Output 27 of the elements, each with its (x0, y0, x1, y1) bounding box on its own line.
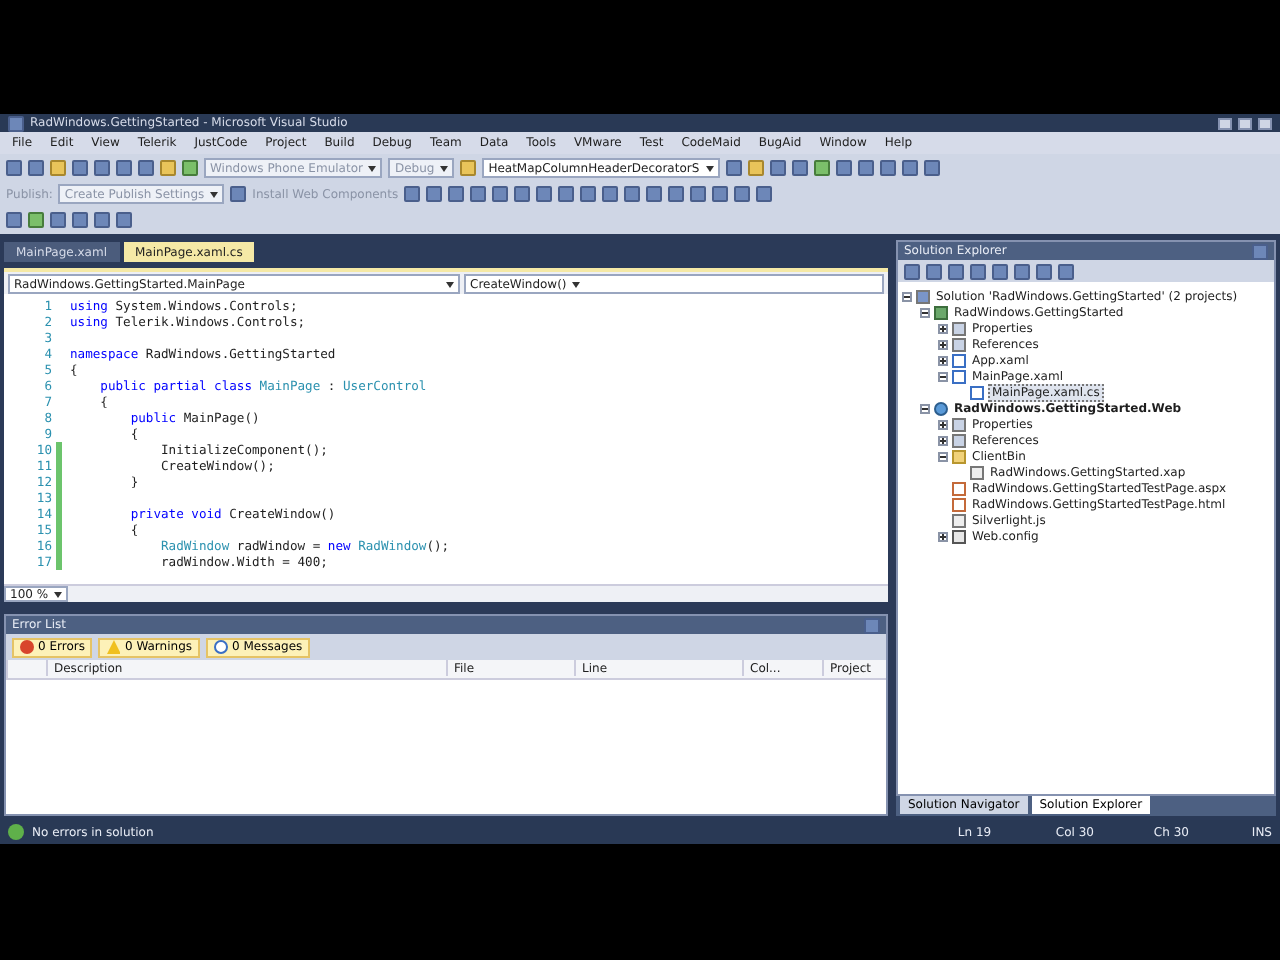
expand-icon[interactable] (938, 531, 948, 541)
info-icon (214, 640, 229, 654)
web-project-icon (934, 401, 948, 415)
folder-icon (952, 449, 966, 463)
collapse-icon[interactable] (920, 307, 930, 317)
expand-icon[interactable] (938, 323, 948, 333)
references-icon (952, 433, 966, 447)
collapse-icon[interactable] (938, 451, 948, 461)
app-icon (8, 115, 24, 131)
close-button[interactable] (1258, 117, 1272, 129)
error-icon (20, 640, 34, 654)
expand-icon[interactable] (938, 419, 948, 429)
collapse-icon[interactable] (920, 403, 930, 413)
references-icon (952, 337, 966, 351)
expand-icon[interactable] (938, 339, 948, 349)
maximize-button[interactable] (1238, 117, 1252, 129)
minimize-button[interactable] (1218, 117, 1232, 129)
collapse-icon[interactable] (902, 291, 912, 301)
warning-icon (106, 640, 121, 654)
properties-icon (952, 417, 966, 431)
project-icon (934, 305, 948, 319)
solution-icon (916, 289, 930, 303)
properties-icon (952, 321, 966, 335)
collapse-icon[interactable] (938, 371, 948, 381)
expand-icon[interactable] (938, 355, 948, 365)
expand-icon[interactable] (938, 435, 948, 445)
toolbar-icon[interactable] (230, 186, 247, 202)
